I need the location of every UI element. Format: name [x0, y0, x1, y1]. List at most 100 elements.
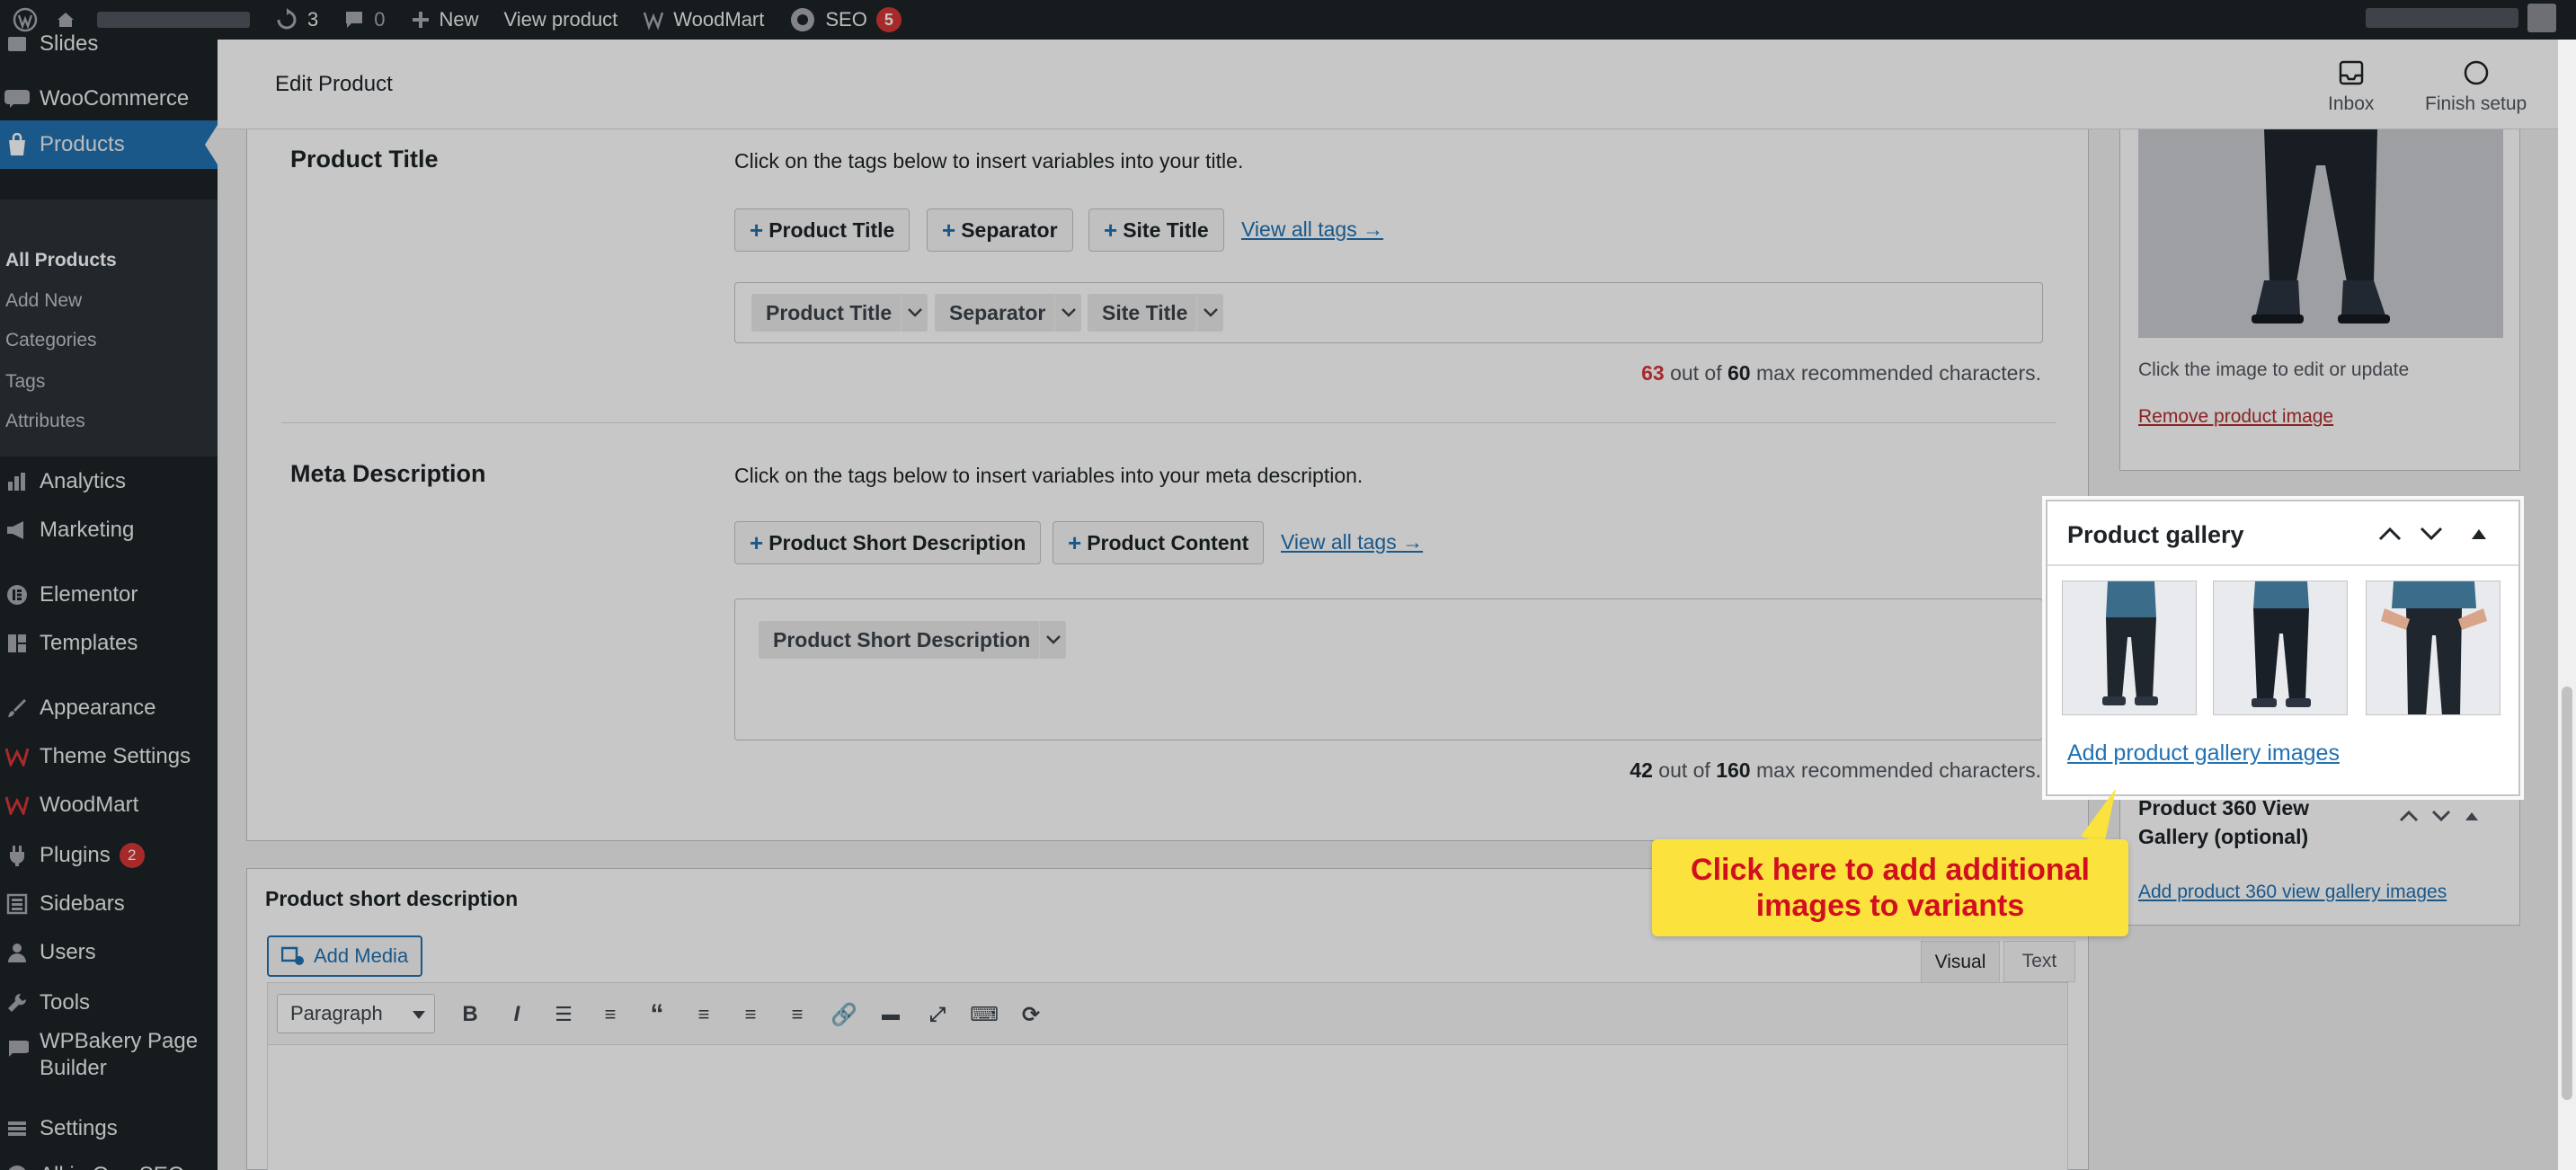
collapse-triangle-icon[interactable]	[2470, 527, 2488, 540]
finish-setup-button[interactable]: Finish setup	[2425, 59, 2527, 115]
tag-button-product-short-description[interactable]: + Product Short Description	[734, 521, 1042, 564]
woocommerce-icon	[4, 85, 31, 112]
sidebar-item-templates[interactable]: Templates	[0, 624, 218, 663]
sidebar-item-woocommerce[interactable]: WooCommerce	[0, 79, 218, 119]
tag-button-site-title[interactable]: + Site Title	[1088, 208, 1224, 252]
align-left-icon[interactable]: ≡	[688, 999, 719, 1030]
chip-separator[interactable]: Separator	[935, 294, 1082, 332]
italic-icon[interactable]: I	[502, 999, 532, 1030]
submenu-tags[interactable]: Tags	[5, 371, 45, 393]
product-360-gallery-title: Product 360 View Gallery (optional)	[2138, 796, 2310, 848]
appearance-icon	[4, 695, 31, 722]
chevron-down-icon[interactable]	[2431, 810, 2451, 822]
add-product-gallery-images-link[interactable]: Add product gallery images	[2067, 740, 2340, 767]
refresh-icon[interactable]: ⟳	[1016, 999, 1046, 1030]
chevron-up-icon[interactable]	[2399, 810, 2419, 822]
align-right-icon[interactable]: ≡	[782, 999, 813, 1030]
products-submenu: All Products Add New Categories Tags Att…	[0, 199, 218, 456]
bullet-list-icon[interactable]: ☰	[548, 999, 579, 1030]
page-scrollbar[interactable]	[2558, 40, 2576, 1170]
chip-product-title[interactable]: Product Title	[751, 294, 928, 332]
sidebar-item-wpbakery[interactable]: WPBakery Page Builder	[0, 1028, 218, 1091]
submenu-categories[interactable]: Categories	[5, 330, 97, 351]
site-name-icon[interactable]	[56, 10, 250, 30]
tab-visual[interactable]: Visual	[1921, 941, 2000, 982]
tag-button-product-content[interactable]: + Product Content	[1053, 521, 1265, 564]
gallery-thumbnail-image	[2367, 581, 2500, 714]
collapse-triangle-icon[interactable]	[2464, 811, 2480, 821]
sidebar-item-analytics[interactable]: Analytics	[0, 462, 218, 501]
woodmart-menu[interactable]: WoodMart	[643, 8, 764, 31]
format-select[interactable]: Paragraph	[277, 994, 435, 1033]
sidebar-item-elementor[interactable]: Elementor	[0, 575, 218, 615]
gallery-thumbnail-image	[2063, 581, 2196, 714]
new-content-button[interactable]: New	[411, 8, 479, 31]
fullscreen-icon[interactable]: ⤢	[922, 999, 953, 1030]
progress-circle-icon	[2464, 60, 2488, 85]
comments-button[interactable]: 0	[343, 8, 386, 31]
sidebar-item-aioseo[interactable]: All in One SEO	[0, 1156, 218, 1170]
tag-button-product-title[interactable]: + Product Title	[734, 208, 910, 252]
tag-button-separator[interactable]: + Separator	[927, 208, 1073, 252]
title-variable-field[interactable]: Product Title Separator Site Title	[734, 282, 2043, 343]
sidebar-item-plugins[interactable]: Plugins 2	[0, 836, 218, 875]
inbox-button[interactable]: Inbox	[2328, 59, 2374, 115]
read-more-icon[interactable]: ▬	[875, 999, 906, 1030]
short-description-editor[interactable]	[267, 1045, 2068, 1170]
chevron-up-icon[interactable]	[2378, 527, 2402, 541]
view-all-tags-link[interactable]: View all tags →	[1241, 217, 1383, 242]
chevron-down-icon[interactable]	[1196, 294, 1223, 332]
sidebar-item-settings[interactable]: Settings	[0, 1109, 218, 1148]
link-icon[interactable]: 🔗	[829, 999, 859, 1030]
product-image-hint: Click the image to edit or update	[2138, 359, 2410, 380]
blockquote-icon[interactable]: “	[642, 999, 672, 1030]
avatar	[2527, 4, 2556, 32]
tab-text[interactable]: Text	[2003, 941, 2075, 982]
sidebar-item-tools[interactable]: Tools	[0, 983, 218, 1023]
sidebar-item-slides[interactable]: Slides	[0, 29, 218, 59]
sidebar-item-products[interactable]: Products	[0, 120, 218, 169]
short-description-title: Product short description	[265, 887, 519, 910]
align-center-icon[interactable]: ≡	[735, 999, 766, 1030]
chip-site-title[interactable]: Site Title	[1088, 294, 1224, 332]
view-all-tags-link[interactable]: View all tags →	[1281, 530, 1423, 554]
tutorial-callout: Click here to add additional images to v…	[1652, 839, 2128, 936]
meta-description-variable-field[interactable]: Product Short Description	[734, 598, 2043, 740]
submenu-add-new[interactable]: Add New	[5, 290, 82, 312]
product-gallery-box: Product gallery Add product gallery imag…	[2046, 500, 2520, 796]
meta-description-char-counter: 42 out of 160 max recommended characters…	[1630, 758, 2041, 782]
add-media-button[interactable]: Add Media	[267, 935, 423, 977]
chevron-down-icon[interactable]	[2420, 527, 2443, 541]
sidebar-item-users[interactable]: Users	[0, 933, 218, 972]
submenu-all-products[interactable]: All Products	[5, 250, 117, 271]
chevron-down-icon[interactable]	[1054, 294, 1081, 332]
chip-product-short-description[interactable]: Product Short Description	[759, 621, 1067, 659]
seo-menu[interactable]: SEO 5	[789, 6, 902, 33]
submenu-attributes[interactable]: Attributes	[5, 411, 85, 432]
user-account-menu[interactable]	[2366, 4, 2556, 32]
meta-description-label: Meta Description	[290, 460, 486, 487]
sidebar-item-woodmart[interactable]: WoodMart	[0, 785, 218, 825]
chevron-down-icon[interactable]	[901, 294, 928, 332]
numbered-list-icon[interactable]: ≡	[595, 999, 626, 1030]
product-image-box: Click the image to edit or update Remove…	[2119, 129, 2520, 471]
sidebar-item-sidebars[interactable]: Sidebars	[0, 884, 218, 924]
sidebar-item-theme-settings[interactable]: Theme Settings	[0, 737, 218, 776]
sidebar-item-appearance[interactable]: Appearance	[0, 688, 218, 728]
toolbar-toggle-icon[interactable]: ⌨	[969, 999, 999, 1030]
view-product-link[interactable]: View product	[504, 8, 618, 31]
add-product-360-gallery-link[interactable]: Add product 360 view gallery images	[2138, 882, 2447, 903]
updates-button[interactable]: 3	[275, 8, 318, 31]
product-image[interactable]	[2138, 129, 2503, 338]
product-360-gallery-controls	[2399, 810, 2480, 822]
scrollbar-thumb[interactable]	[2562, 687, 2572, 1100]
gallery-thumbnail[interactable]	[2062, 581, 2197, 715]
aioseo-icon	[4, 1162, 31, 1170]
remove-product-image-link[interactable]: Remove product image	[2138, 406, 2333, 428]
chevron-down-icon[interactable]	[1039, 621, 1066, 659]
admin-sidebar: Slides WooCommerce Products All Products…	[0, 31, 218, 1170]
bold-icon[interactable]: B	[455, 999, 485, 1030]
gallery-thumbnail[interactable]	[2366, 581, 2500, 715]
sidebar-item-marketing[interactable]: Marketing	[0, 510, 218, 550]
gallery-thumbnail[interactable]	[2213, 581, 2348, 715]
